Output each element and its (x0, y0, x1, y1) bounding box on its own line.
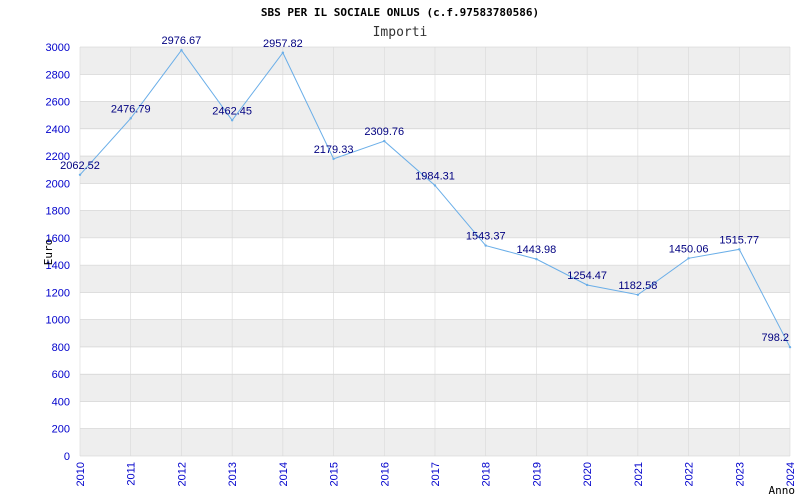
data-point (332, 157, 335, 161)
x-tick-label: 2015 (329, 462, 341, 486)
data-point (383, 139, 386, 143)
data-point (129, 117, 132, 120)
data-label: 2476.79 (111, 103, 151, 115)
x-tick-label: 2012 (176, 462, 188, 486)
x-tick-label: 2017 (430, 462, 442, 486)
y-tick-label: 1200 (46, 287, 70, 299)
data-label: 1984.31 (415, 170, 455, 182)
data-label: 2062.52 (60, 160, 100, 172)
data-point (433, 184, 437, 187)
x-tick-label: 2021 (633, 462, 645, 486)
data-point (484, 244, 487, 247)
data-point (636, 293, 640, 296)
x-tick-label: 2024 (785, 462, 797, 486)
data-label: 1543.37 (466, 231, 506, 243)
data-point (535, 257, 538, 261)
data-point (738, 248, 741, 251)
x-tick-label: 2010 (75, 462, 87, 486)
data-labels: 2062.52 2476.79 2976.67 2462.45 2957.82 2179.… (60, 35, 789, 344)
data-label: 2976.67 (162, 35, 202, 47)
x-tick-label: 2022 (684, 462, 696, 486)
y-tick-label: 2400 (46, 124, 70, 136)
x-tick-label: 2018 (481, 462, 493, 486)
y-tick-label: 2000 (46, 178, 70, 190)
x-tick-label: 2016 (379, 462, 391, 486)
y-axis-label: Euro (42, 239, 55, 266)
y-tick-label: 2600 (46, 97, 70, 109)
data-label: 1254.47 (567, 270, 607, 282)
y-tick-label: 1000 (46, 315, 70, 327)
y-tick-label: 1800 (46, 206, 70, 218)
x-tick-label: 2013 (227, 462, 239, 486)
data-point (585, 283, 589, 287)
y-tick-label: 0 (64, 451, 70, 463)
x-tick-label: 2020 (582, 462, 594, 486)
x-tick-label: 2011 (126, 462, 138, 486)
data-label: 2179.33 (314, 144, 354, 156)
line-chart: 0200400600800100012001400160018002000220… (42, 35, 797, 497)
data-label: 2462.45 (212, 105, 252, 117)
data-label: 1182.58 (618, 280, 657, 292)
data-label: 1443.98 (517, 244, 557, 256)
x-tick-label: 2019 (531, 462, 543, 486)
data-label: 1450.06 (669, 243, 709, 255)
data-label: 1515.77 (719, 234, 759, 246)
y-tick-label: 600 (52, 369, 70, 381)
data-label: 2309.76 (364, 126, 404, 138)
data-point (180, 48, 183, 52)
y-tick-label: 2800 (46, 69, 70, 81)
y-tick-label: 200 (52, 424, 70, 436)
data-point (788, 345, 792, 349)
x-axis-label: Anno (769, 484, 796, 497)
data-label: 2957.82 (263, 38, 303, 50)
x-axis-ticks: 2010 2011 2012 2013 2014 2015 2016 2017 2018 2019… (75, 462, 797, 486)
x-tick-label: 2014 (278, 462, 290, 486)
y-tick-label: 400 (52, 396, 70, 408)
data-point (281, 51, 285, 54)
data-point (78, 173, 82, 177)
y-tick-label: 800 (52, 342, 70, 354)
data-label: 798.2 (761, 332, 789, 344)
data-point (687, 257, 690, 260)
data-point (230, 119, 234, 122)
x-tick-label: 2023 (734, 462, 746, 486)
y-tick-label: 3000 (46, 42, 70, 54)
